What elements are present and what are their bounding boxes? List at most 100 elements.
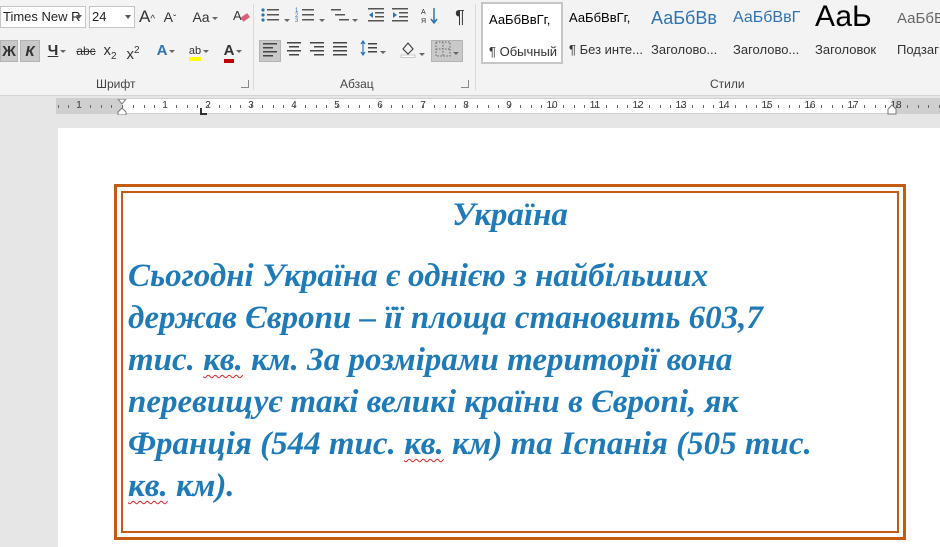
italic-button[interactable]: К <box>20 40 40 62</box>
svg-text:A: A <box>233 8 242 23</box>
align-center-button[interactable] <box>283 40 305 62</box>
decrease-indent-button[interactable] <box>366 6 386 28</box>
clear-formatting-button[interactable]: A <box>230 6 252 28</box>
ruler-tick <box>434 105 435 108</box>
superscript-button[interactable]: x2 <box>124 40 142 63</box>
strikethrough-button[interactable]: abc <box>74 40 98 62</box>
align-right-icon <box>310 42 324 56</box>
document-title[interactable]: Україна <box>117 197 903 234</box>
ruler-tick <box>584 105 585 108</box>
font-dialog-launcher-icon[interactable] <box>241 80 249 88</box>
ruler-tick <box>595 105 596 108</box>
ruler-tick <box>423 105 424 108</box>
style-sample: АаБбВ <box>897 10 940 27</box>
style-title[interactable]: АаЬ Заголовок <box>809 2 891 64</box>
ruler-tick <box>466 105 467 108</box>
bullet-list-icon <box>261 8 279 22</box>
font-group-label: Шрифт <box>96 77 136 91</box>
page[interactable]: Україна Сьогодні Україна є однією з найб… <box>58 128 940 547</box>
change-case-label: Aa <box>192 9 210 25</box>
ruler-tick <box>864 105 865 108</box>
group-divider <box>253 4 254 90</box>
borders-button[interactable] <box>431 40 463 62</box>
ruler-tick <box>326 105 327 108</box>
ruler-tick <box>369 105 370 108</box>
ruler-tick <box>756 105 757 108</box>
paint-bucket-icon <box>400 42 416 58</box>
highlighter-icon: ab <box>188 45 202 61</box>
change-case-button[interactable]: Aa <box>190 6 220 28</box>
bold-button[interactable]: Ж <box>0 40 18 62</box>
subscript-button[interactable]: x2 <box>101 40 119 62</box>
align-left-button[interactable] <box>259 40 281 62</box>
ruler-tick <box>240 105 241 108</box>
ruler-tick <box>445 105 446 108</box>
increase-indent-button[interactable] <box>390 6 410 28</box>
shading-button[interactable] <box>397 40 427 62</box>
text-line[interactable]: Сьогодні Україна є однією з найбільших <box>128 255 898 297</box>
text-line[interactable]: держав Європи – її площа становить 603,7 <box>128 297 898 339</box>
right-indent-marker-icon[interactable] <box>887 103 897 115</box>
text-line[interactable]: тис. кв. км. За розмірами території вона <box>128 339 898 381</box>
paragraph-dialog-launcher-icon[interactable] <box>461 80 469 88</box>
caret-down-icon: ˇ <box>173 14 177 25</box>
style-heading-2[interactable]: АаБбВвГ Заголово... <box>727 2 809 64</box>
caret-up-icon: ^ <box>150 14 156 25</box>
subscript-label: x <box>103 42 111 59</box>
justify-button[interactable] <box>329 40 351 62</box>
style-normal[interactable]: АаБбВвГг, ¶ Обычный <box>481 2 563 64</box>
ruler-tick <box>875 105 876 108</box>
ruler-tick <box>638 105 639 108</box>
underline-button[interactable]: Ч <box>44 40 70 62</box>
spellcheck-flagged-word: кв. <box>128 468 168 504</box>
align-right-button[interactable] <box>306 40 328 62</box>
indent-marker-icon[interactable] <box>117 99 127 115</box>
grow-font-button[interactable]: A^ <box>139 6 155 28</box>
ruler-tick <box>294 105 295 108</box>
horizontal-ruler[interactable]: 1123456789101112131415161718 <box>56 98 940 115</box>
ruler-tick <box>101 105 102 108</box>
text-run: км) та Іспанія (505 тис. <box>443 426 812 462</box>
styles-group-label: Стили <box>710 77 745 91</box>
tab-stop-icon[interactable] <box>200 108 208 115</box>
text-effects-button[interactable]: A <box>152 40 180 62</box>
chevron-down-icon[interactable] <box>125 15 131 19</box>
text-line[interactable]: кв. км). <box>128 465 898 507</box>
font-color-button[interactable]: A <box>218 40 248 63</box>
style-subtitle[interactable]: АаБбВ Подзаг <box>891 2 940 64</box>
sort-button[interactable]: AЯ <box>420 6 440 28</box>
ruler-tick <box>509 105 510 108</box>
ruler-tick <box>563 105 564 108</box>
ruler-tick <box>789 105 790 108</box>
ruler-tick <box>262 105 263 108</box>
ruler-tick <box>251 105 252 108</box>
ruler-tick <box>928 105 929 108</box>
font-name-combobox[interactable]: Times New R <box>0 6 86 28</box>
document-area[interactable]: Україна Сьогодні Україна є однією з найб… <box>0 115 940 547</box>
chevron-down-icon[interactable] <box>76 15 82 19</box>
highlight-button[interactable]: ab <box>184 40 214 62</box>
chevron-down-icon <box>352 18 358 22</box>
justify-icon <box>333 42 347 56</box>
style-heading-1[interactable]: АаБбВв Заголово... <box>645 2 727 64</box>
show-formatting-marks-button[interactable]: ¶ <box>450 6 470 28</box>
ruler-tick <box>832 105 833 108</box>
shrink-font-button[interactable]: Aˇ <box>162 6 178 28</box>
font-size-combobox[interactable]: 24 <box>89 6 135 28</box>
ruler-tick <box>348 105 349 108</box>
text-line[interactable]: Франція (544 тис. кв. км) та Іспанія (50… <box>128 423 898 465</box>
svg-text:A: A <box>421 9 426 16</box>
multilevel-list-button[interactable] <box>329 6 359 28</box>
ruler-tick <box>477 105 478 108</box>
numbering-button[interactable]: 123 <box>294 6 326 28</box>
ruler-tick <box>187 105 188 108</box>
chevron-down-icon <box>419 52 425 56</box>
sort-icon: AЯ <box>421 8 438 25</box>
style-no-spacing[interactable]: АаБбВвГг, ¶ Без инте... <box>563 2 645 64</box>
align-left-icon <box>263 43 277 57</box>
text-line[interactable]: перевищує такі великі країни в Європі, я… <box>128 381 898 423</box>
document-body[interactable]: Сьогодні Україна є однією з найбільших де… <box>128 255 898 507</box>
bullets-button[interactable] <box>259 6 291 28</box>
underline-label: Ч <box>47 42 59 59</box>
line-spacing-button[interactable] <box>358 39 388 62</box>
